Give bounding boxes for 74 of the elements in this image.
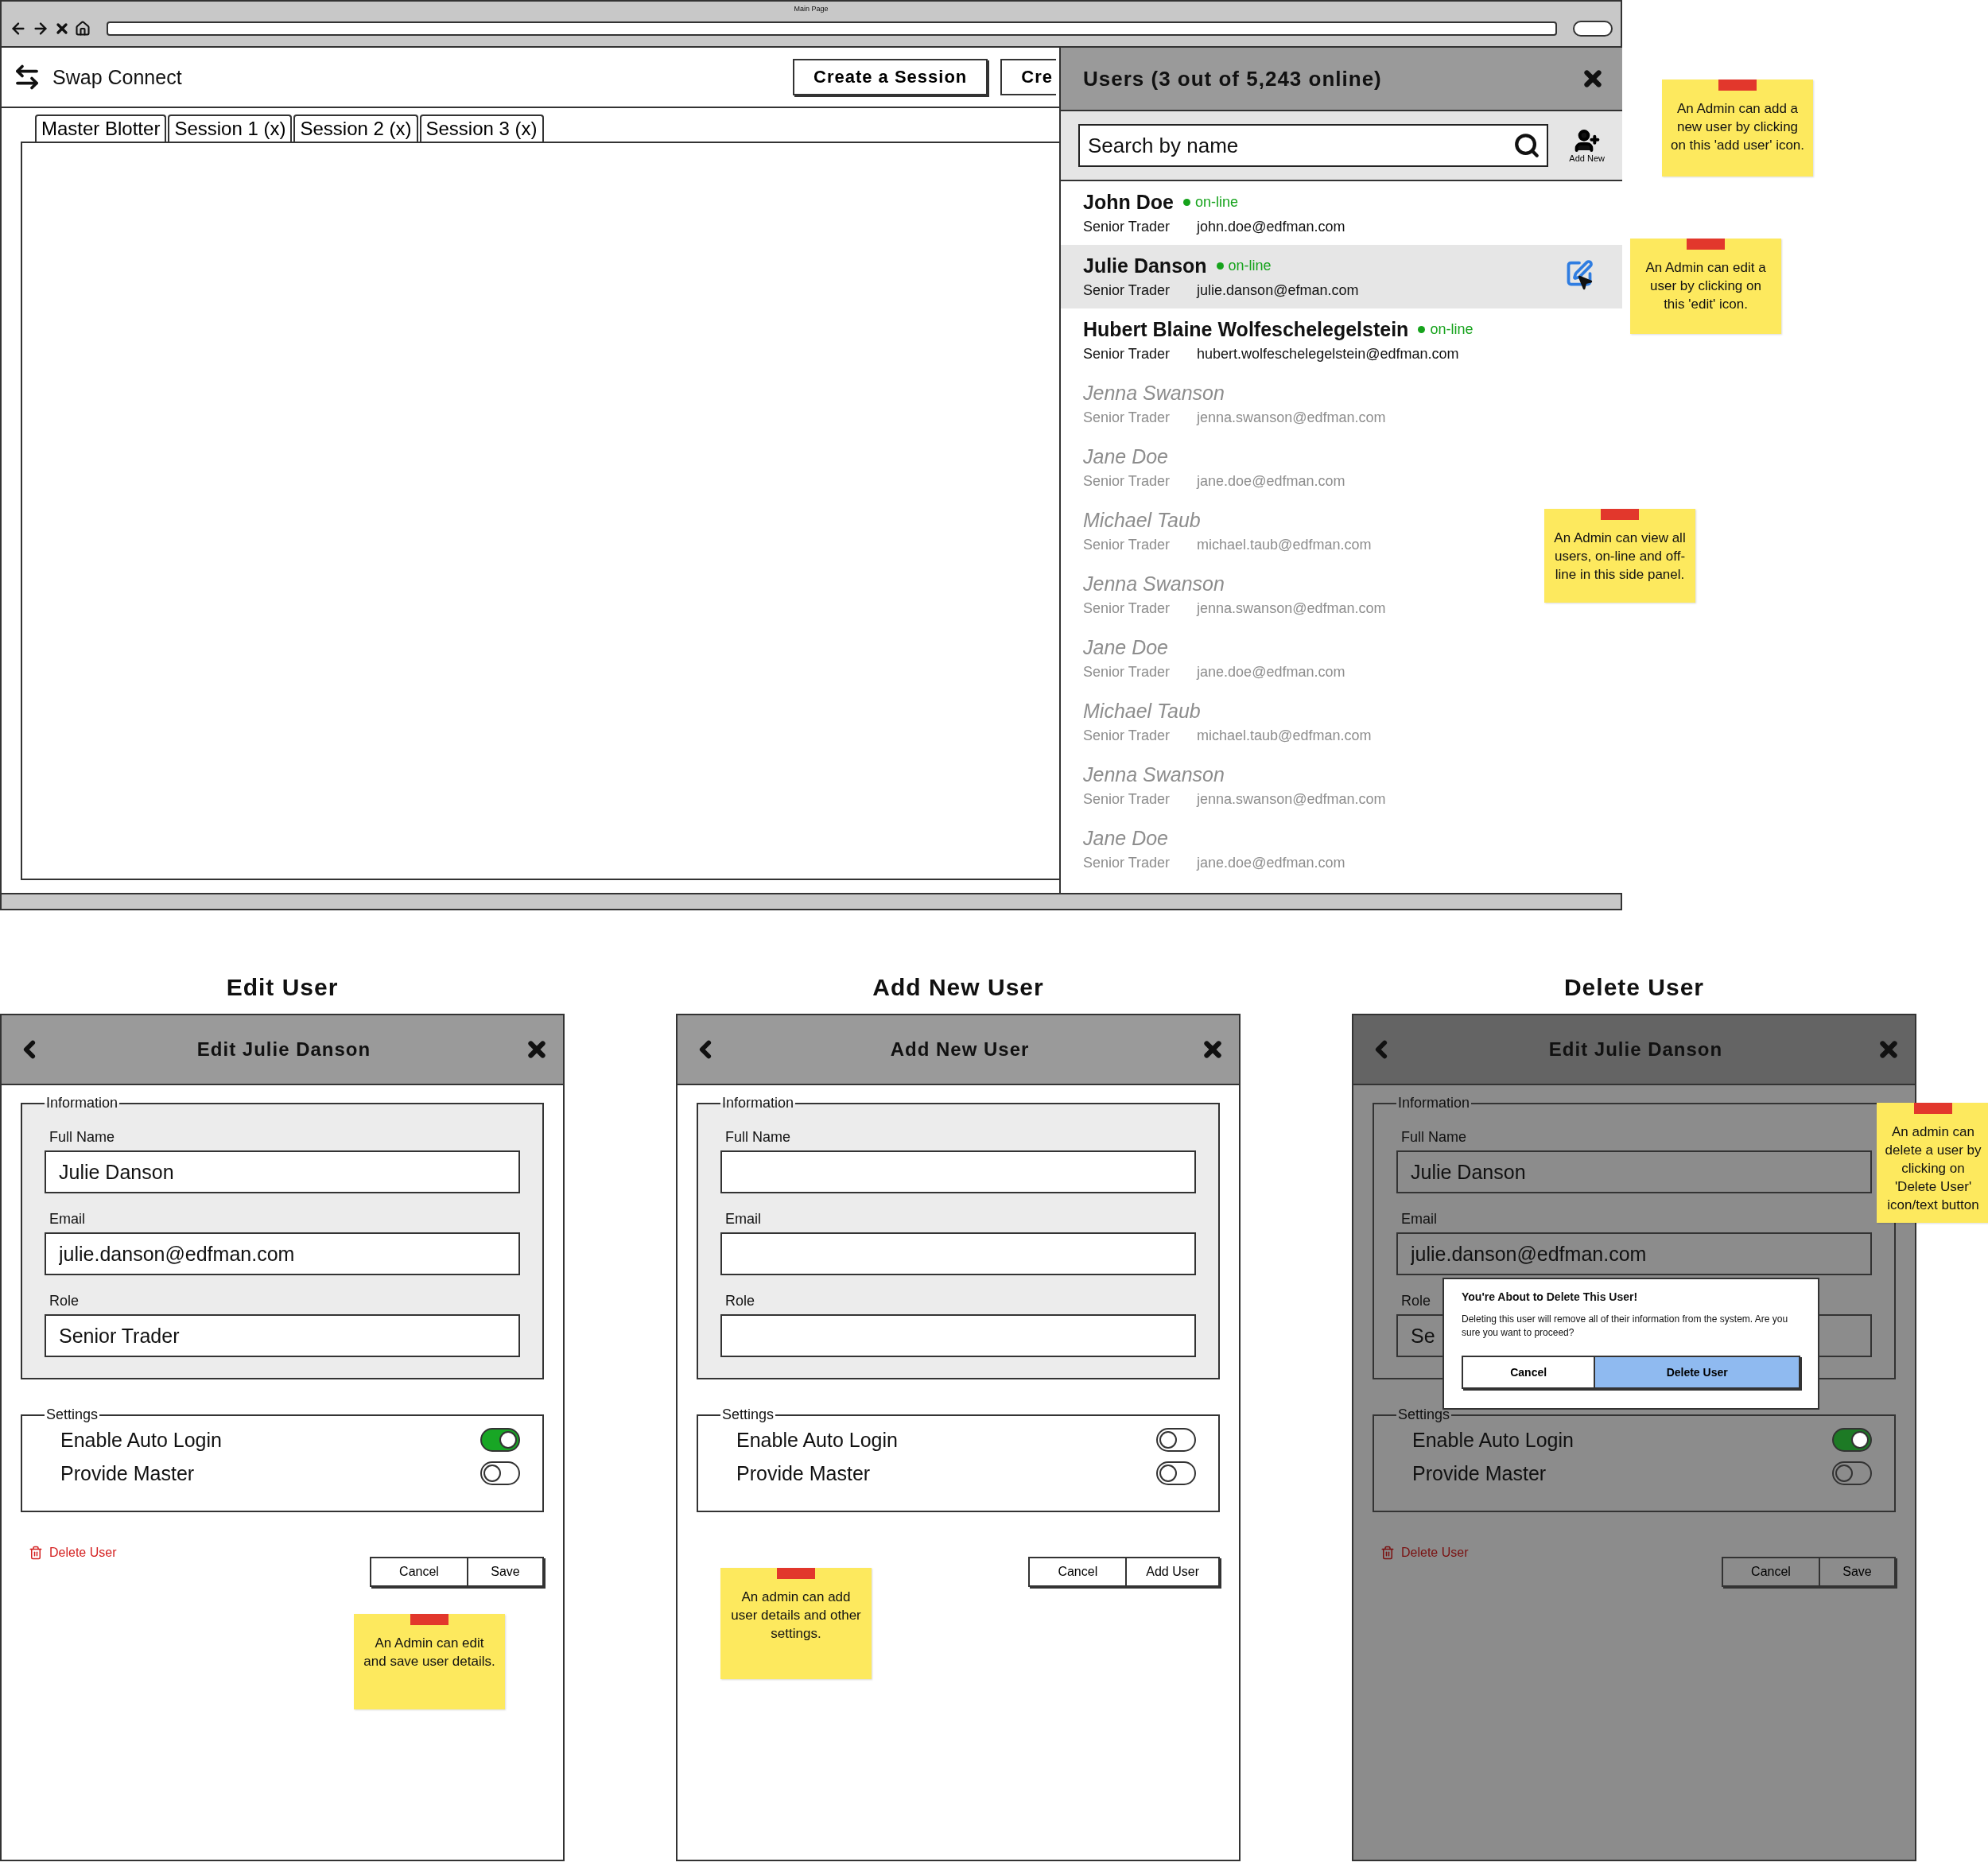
user-name: Jenna Swanson [1083,572,1225,596]
mockup-caption: Add New User [872,974,1044,1001]
setting-label: Enable Auto Login [736,1428,898,1452]
user-name: Jane Doe [1083,827,1169,850]
dialog-message: Deleting this user will remove all of their information from the system. Are you sure you want to proceed? [1462,1313,1789,1340]
panel-title: Add New User [890,1038,1030,1061]
field-label: Role [1401,1293,1431,1309]
user-name: Jenna Swanson [1083,763,1225,786]
user-email: michael.taub@edfman.com [1197,537,1372,553]
app-name: Swap Connect [52,65,183,89]
user-name: Hubert Blaine Wolfeschelegelstein [1083,318,1409,341]
user-email: julie.danson@efman.com [1197,282,1359,299]
user-role: Senior Trader [1083,473,1171,490]
online-status: on-line [1430,321,1474,338]
user-email: jenna.swanson@edfman.com [1197,409,1386,426]
user-role: Senior Trader [1083,791,1171,808]
dialog-title: You're About to Delete This User! [1462,1290,1639,1303]
field-label: Role [725,1293,755,1309]
field-label: Full Name [1401,1129,1467,1146]
group-legend: Settings [720,1406,776,1423]
sticky-note-tooltip: An admin can add user details and other settings. [720,1568,872,1679]
setting-label: Enable Auto Login [1412,1428,1574,1452]
sticky-note-tooltip: An Admin can edit and save user details. [354,1614,505,1709]
user-email: jane.doe@edfman.com [1197,855,1345,871]
sticky-note-tooltip: An Admin can edit a user by clicking on this 'edit' icon. [1630,239,1781,334]
sticky-note-tooltip: An Admin can view all users, on-line and off-line in this side panel. [1544,509,1695,603]
user-email: jenna.swanson@edfman.com [1197,600,1386,617]
user-role: Senior Trader [1083,855,1171,871]
page-title: Main Page [794,5,829,13]
field-label: Full Name [49,1129,115,1146]
field-label: Email [49,1211,85,1228]
mockup-caption: Edit User [226,974,339,1001]
user-name: Michael Taub [1083,700,1201,723]
user-email: john.doe@edfman.com [1197,219,1345,235]
user-email: hubert.wolfeschelegelstein@edfman.com [1197,346,1459,363]
user-name: Michael Taub [1083,509,1201,532]
setting-label: Provide Master [60,1461,195,1485]
online-status: on-line [1194,194,1238,211]
user-role: Senior Trader [1083,219,1171,235]
user-role: Senior Trader [1083,664,1171,681]
setting-label: Enable Auto Login [60,1428,222,1452]
group-legend: Information [1396,1095,1472,1112]
user-name: Jane Doe [1083,445,1169,468]
setting-label: Provide Master [736,1461,871,1485]
user-role: Senior Trader [1083,537,1171,553]
user-email: jenna.swanson@edfman.com [1197,791,1386,808]
user-email: jane.doe@edfman.com [1197,473,1345,490]
mockup-caption: Delete User [1563,974,1705,1001]
field-label: Email [725,1211,761,1228]
user-name: Jane Doe [1083,636,1169,659]
online-status: on-line [1228,258,1272,274]
user-role: Senior Trader [1083,346,1171,363]
group-legend: Settings [1396,1406,1452,1423]
user-name: Julie Danson [1083,254,1207,277]
field-label: Email [1401,1211,1437,1228]
setting-label: Provide Master [1412,1461,1547,1485]
group-legend: Information [720,1095,796,1112]
field-label: Role [49,1293,80,1309]
user-role: Senior Trader [1083,727,1171,744]
user-email: jane.doe@edfman.com [1197,664,1345,681]
field-label: Full Name [725,1129,791,1146]
sticky-note-tooltip: An admin can delete a user by clicking on 'Delete User' icon/text button [1877,1103,1988,1223]
group-legend: Information [45,1095,120,1112]
user-email: michael.taub@edfman.com [1197,727,1372,744]
panel-title: Edit Julie Danson [1548,1038,1723,1061]
sticky-note-tooltip: An Admin can add a new user by clicking on this 'add user' icon. [1662,80,1813,177]
panel-title: Edit Julie Danson [196,1038,371,1061]
user-role: Senior Trader [1083,409,1171,426]
user-name: Jenna Swanson [1083,382,1225,405]
group-legend: Settings [45,1406,100,1423]
user-role: Senior Trader [1083,600,1171,617]
panel-title: Users (3 out of 5,243 online) [1083,66,1382,91]
user-name: John Doe [1083,191,1174,214]
user-role: Senior Trader [1083,282,1171,299]
